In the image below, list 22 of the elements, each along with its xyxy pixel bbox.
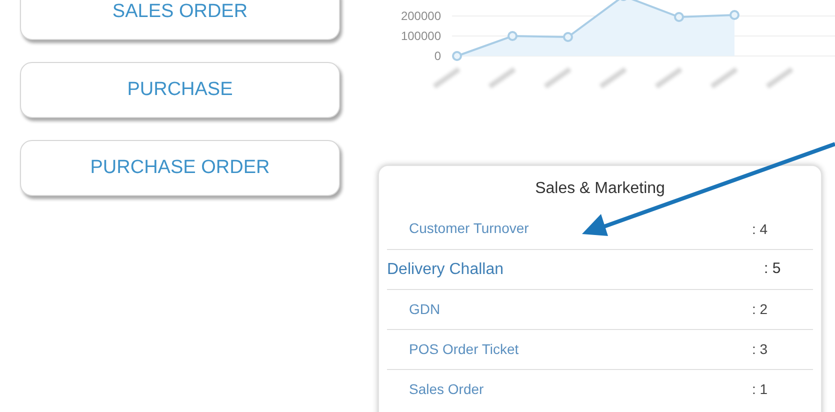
y-axis-label: 100000: [400, 29, 441, 43]
report-link[interactable]: Delivery Challan: [387, 260, 504, 278]
report-count: : 1: [752, 380, 768, 399]
report-count: : 2: [752, 300, 768, 319]
data-point: [508, 31, 518, 41]
report-count: : 3: [752, 340, 768, 359]
report-count: : 4: [752, 220, 768, 238]
report-link[interactable]: GDN: [409, 300, 440, 316]
data-point: [452, 51, 462, 61]
panel-title: Sales & Marketing: [534, 179, 666, 199]
report-link[interactable]: Customer Turnover: [409, 220, 529, 236]
report-link[interactable]: Sales Order: [409, 380, 484, 396]
data-point: [730, 10, 740, 20]
menu-button[interactable]: PURCHASE: [20, 62, 340, 118]
menu-button[interactable]: SALES ORDER: [20, 0, 340, 40]
y-axis-label: 0: [434, 49, 441, 63]
y-axis-label: 200000: [400, 9, 441, 23]
data-point: [674, 12, 684, 22]
report-link[interactable]: POS Order Ticket: [409, 340, 519, 356]
data-point: [563, 32, 573, 42]
menu-button[interactable]: PURCHASE ORDER: [20, 140, 340, 196]
report-count: : 5: [764, 259, 781, 280]
